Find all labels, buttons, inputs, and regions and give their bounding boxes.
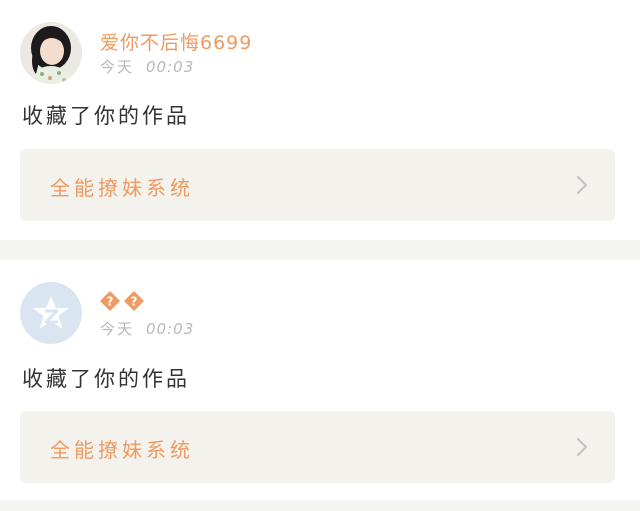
item-separator	[0, 240, 640, 260]
qq-default-avatar-icon	[20, 282, 82, 344]
user-avatar[interactable]	[20, 282, 82, 344]
timestamp: 今天 00:03	[100, 318, 194, 339]
action-text: 收藏了你的作品	[22, 367, 190, 391]
timestamp: 今天 00:03	[100, 56, 194, 77]
work-link[interactable]: 全能撩妹系统	[20, 411, 615, 483]
timestamp-day: 今天	[100, 320, 135, 338]
work-title: 全能撩妹系统	[50, 176, 194, 200]
notification-item: 爱你不后悔6699 今天 00:03 收藏了你的作品 全能撩妹系统	[0, 0, 640, 240]
username-unrenderable[interactable]: ? ?	[100, 291, 144, 311]
work-link[interactable]: 全能撩妹系统	[20, 149, 615, 221]
user-avatar[interactable]	[20, 22, 82, 84]
chevron-right-icon	[576, 175, 588, 195]
notification-feed: 爱你不后悔6699 今天 00:03 收藏了你的作品 全能撩妹系统 ? ? 今天…	[0, 0, 640, 511]
girl-portrait-avatar-icon	[20, 22, 82, 84]
timestamp-clock: 00:03	[146, 58, 195, 76]
work-title: 全能撩妹系统	[50, 438, 194, 462]
svg-text:?: ?	[131, 295, 138, 309]
svg-text:?: ?	[107, 295, 114, 309]
item-separator	[0, 500, 640, 511]
question-diamond-icon: ?	[124, 291, 144, 311]
chevron-right-icon	[576, 437, 588, 457]
timestamp-day: 今天	[100, 58, 135, 76]
action-text: 收藏了你的作品	[22, 104, 190, 128]
timestamp-clock: 00:03	[146, 320, 195, 338]
username[interactable]: 爱你不后悔6699	[100, 28, 252, 55]
question-diamond-icon: ?	[100, 291, 120, 311]
notification-item: ? ? 今天 00:03 收藏了你的作品 全能撩妹系统	[0, 260, 640, 500]
